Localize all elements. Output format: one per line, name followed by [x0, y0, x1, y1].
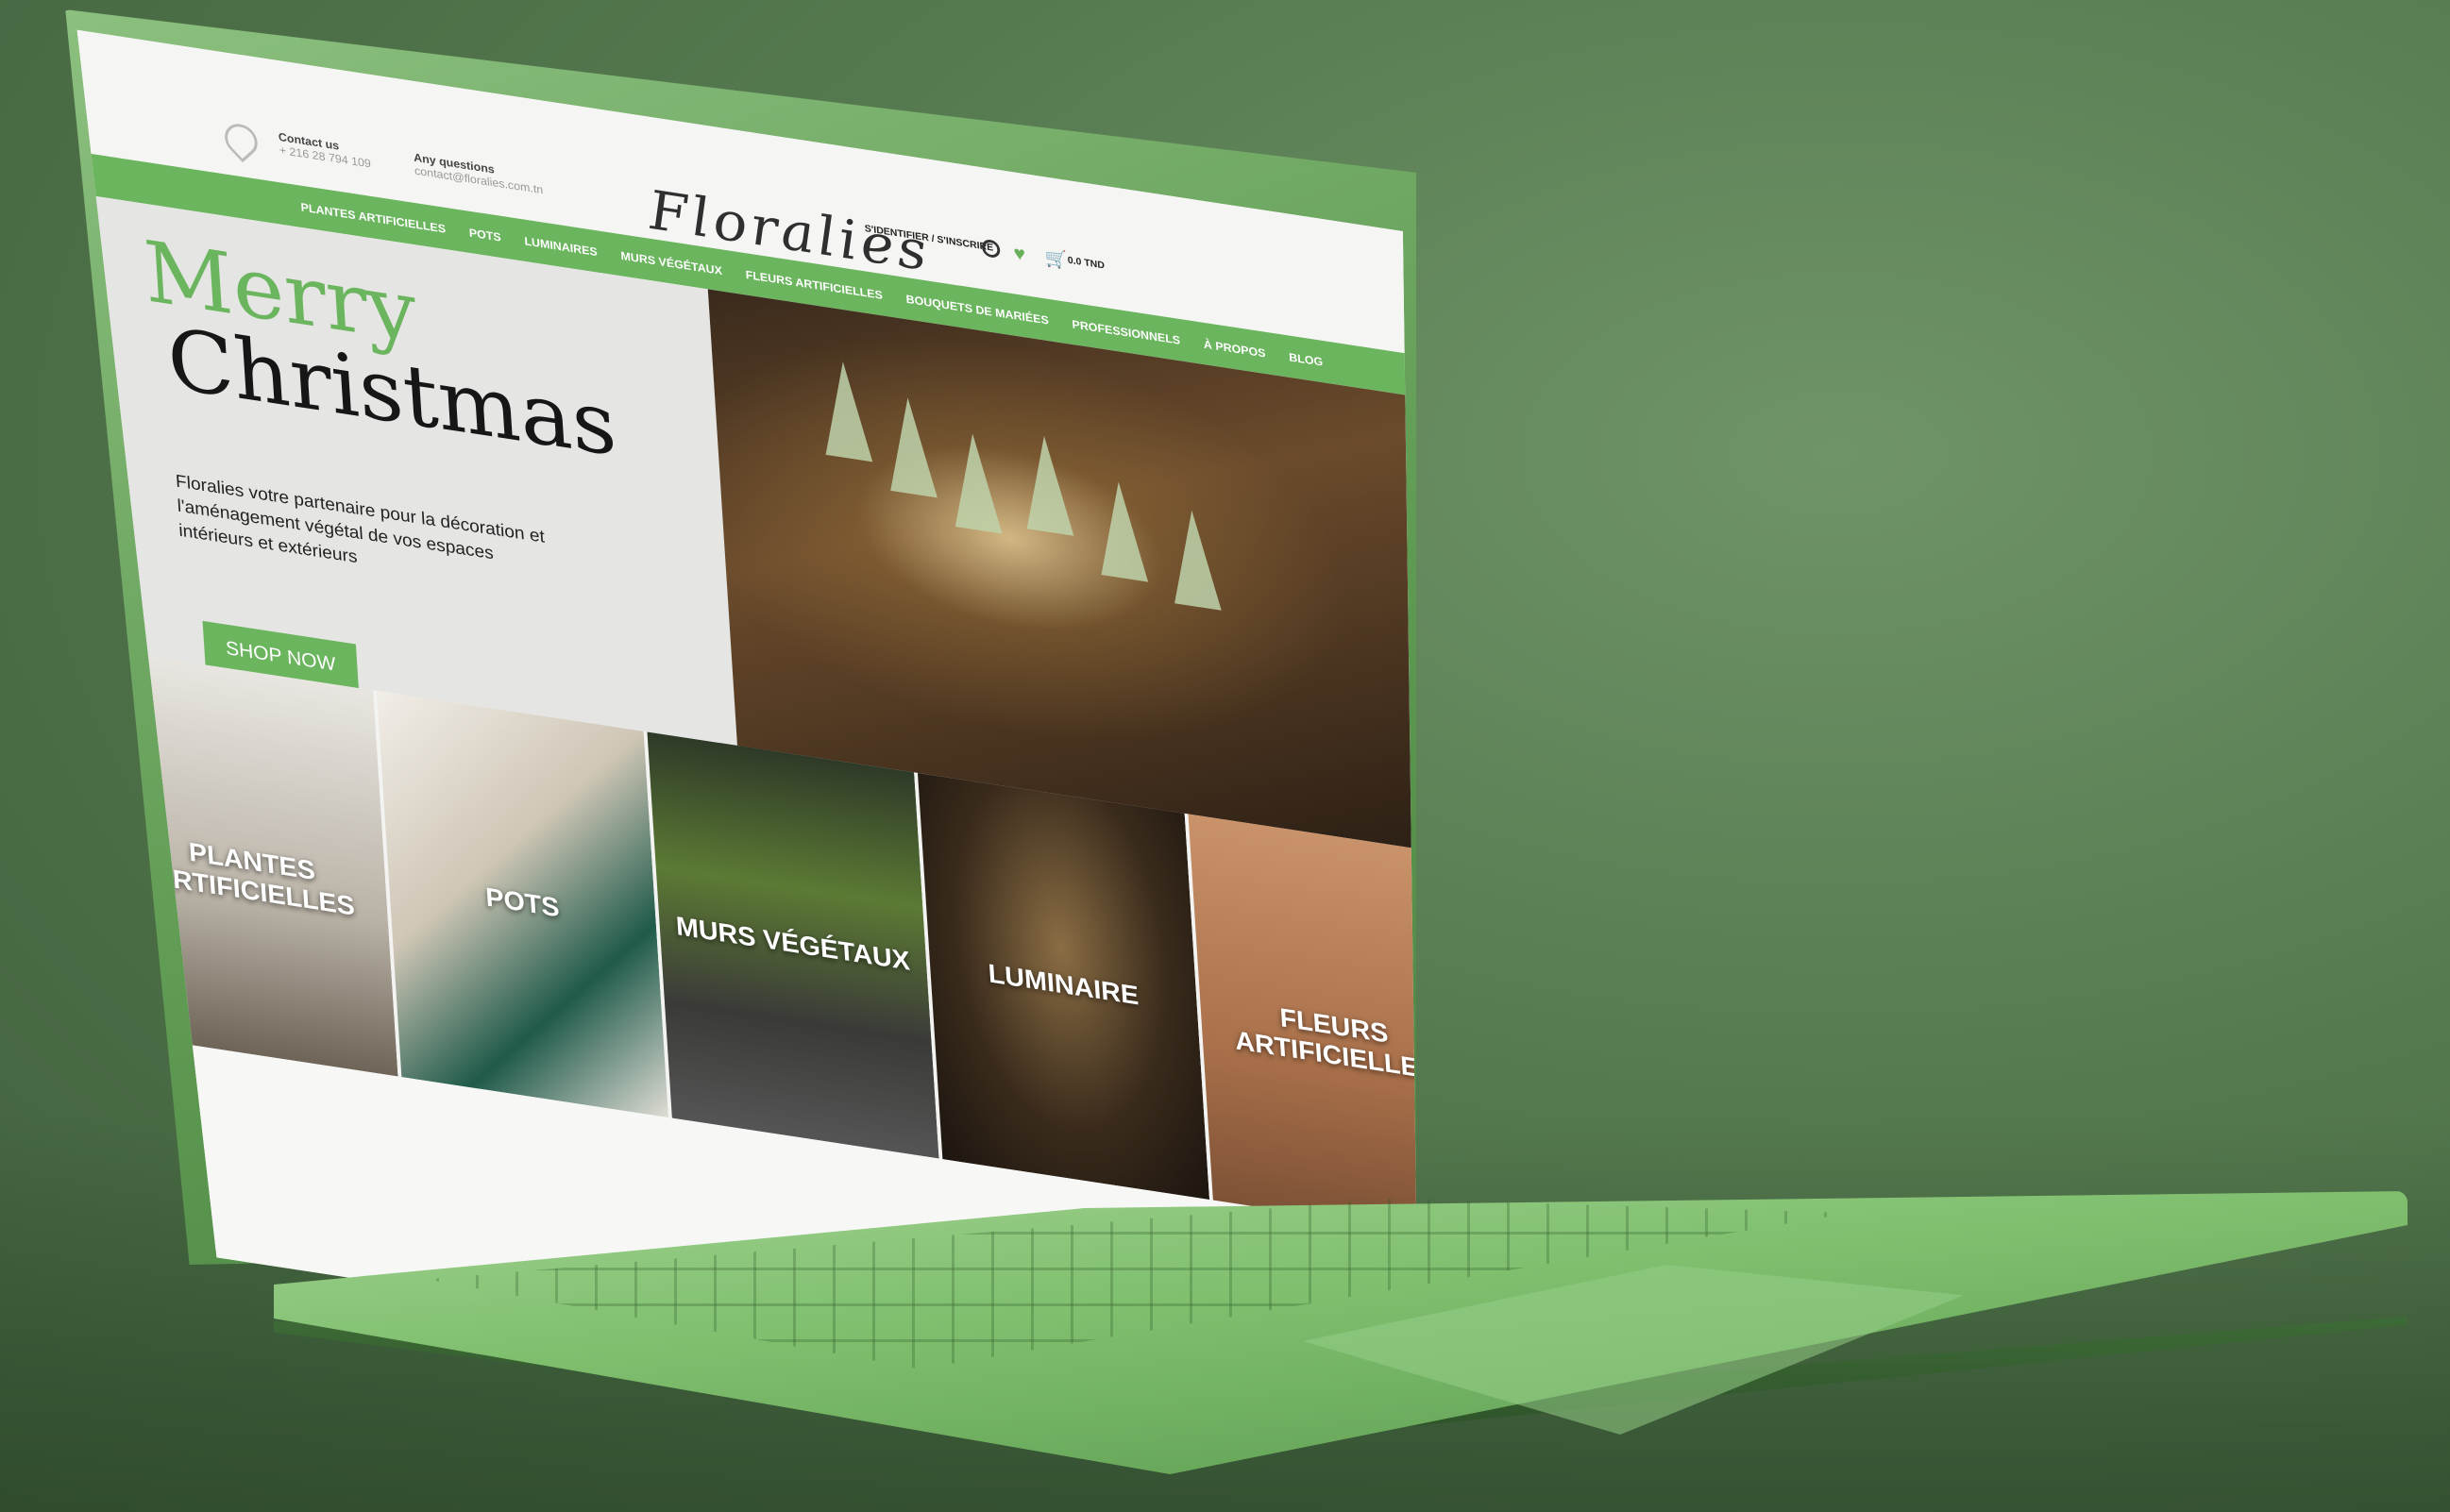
glass-tree	[819, 358, 873, 462]
glass-tree	[949, 429, 1003, 534]
glass-tree	[1168, 506, 1222, 611]
category-label: LUMINAIRE	[987, 959, 1141, 1012]
phone-icon	[218, 117, 264, 163]
wishlist-icon[interactable]: ♥	[1013, 242, 1026, 266]
glass-tree	[1021, 431, 1074, 536]
category-label: POTS	[484, 882, 561, 924]
nav-item-fleurs-artificielles[interactable]: FLEURS ARTIFICIELLES	[745, 267, 883, 301]
category-card-pots[interactable]: POTS	[376, 690, 672, 1118]
cart-icon[interactable]: 🛒	[1044, 246, 1068, 272]
glass-tree	[884, 394, 938, 498]
nav-item-luminaires[interactable]: LUMINAIRES	[524, 234, 598, 259]
hero-description: Floralies votre partenaire pour la décor…	[175, 471, 546, 567]
nav-item-a-propos[interactable]: À PROPOS	[1203, 337, 1265, 360]
category-card-fleurs[interactable]: FLEURS ARTIFICIELLES	[1188, 814, 1416, 1242]
hero-heading: Merry Christmas	[141, 222, 618, 475]
questions-block: Any questions contact@floralies.com.tn	[414, 151, 544, 197]
cart-total[interactable]: 0.0 TND	[1067, 255, 1105, 271]
search-icon[interactable]	[981, 238, 1001, 260]
nav-item-pots[interactable]: POTS	[468, 226, 501, 244]
nav-item-murs-vegetaux[interactable]: MURS VÉGÉTAUX	[620, 248, 722, 277]
nav-item-bouquets[interactable]: BOUQUETS DE MARIÉES	[905, 292, 1049, 327]
contact-block: Contact us + 216 28 794 109	[278, 130, 371, 171]
nav-item-blog[interactable]: BLOG	[1289, 350, 1324, 368]
category-card-luminaire[interactable]: LUMINAIRE	[917, 772, 1213, 1201]
nav-item-professionnels[interactable]: PROFESSIONNELS	[1072, 317, 1180, 346]
laptop-screen: Contact us + 216 28 794 109 Any question…	[76, 28, 1416, 1300]
glass-tree	[1094, 478, 1149, 582]
category-label: MURS VÉGÉTAUX	[675, 912, 911, 977]
category-label: FLEURS ARTIFICIELLES	[1234, 1003, 1416, 1086]
category-card-murs-vegetaux[interactable]: MURS VÉGÉTAUX	[647, 731, 943, 1160]
website-page: Contact us + 216 28 794 109 Any question…	[76, 28, 1416, 1300]
laptop-mockup: Contact us + 216 28 794 109 Any question…	[0, 0, 2450, 1512]
